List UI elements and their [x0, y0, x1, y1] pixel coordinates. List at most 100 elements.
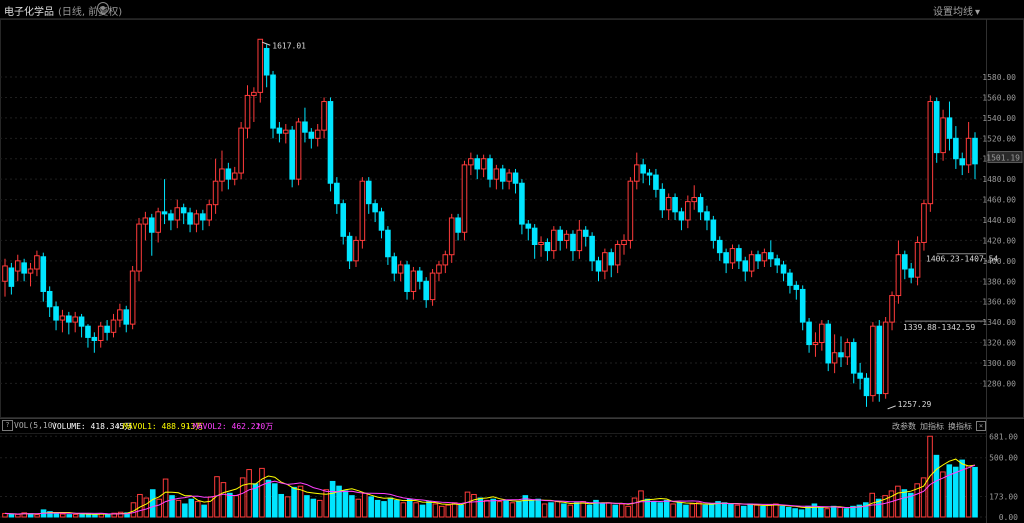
volume-bar [220, 482, 227, 518]
candle-body [187, 212, 193, 225]
volume-bar [573, 502, 580, 518]
switch-indicator-button[interactable]: 换指标 [948, 421, 972, 432]
candle-body [110, 319, 117, 333]
candle-body [665, 197, 672, 211]
volume-bar [503, 499, 509, 518]
volume-bar [785, 507, 792, 518]
volume-bar [265, 479, 272, 518]
candle-body [123, 309, 130, 325]
volume-bar [670, 503, 676, 518]
candle-body [914, 241, 921, 278]
candle-body [359, 180, 366, 241]
volume-bar [490, 498, 497, 518]
volume-bar [651, 501, 657, 518]
volume-bar [8, 513, 15, 518]
candle-body [857, 372, 863, 379]
price-tick-label: 1380.00 [982, 277, 1016, 286]
volume-bar [400, 502, 407, 518]
volume-bar [516, 501, 522, 518]
volume-bar [329, 480, 336, 518]
candle-body [723, 252, 729, 264]
candle-body [940, 117, 946, 154]
candle-body [104, 325, 110, 333]
volume-bar [2, 512, 8, 518]
volume-bar [509, 502, 516, 518]
candle-body [219, 168, 225, 182]
candle-body [295, 121, 302, 180]
volume-bar [933, 454, 940, 518]
kline-chart[interactable]: 1580.001560.001540.001520.001500.001480.… [0, 0, 1024, 523]
volume-bar [194, 501, 201, 518]
close-icon[interactable]: × [976, 421, 986, 431]
candle-body [142, 217, 149, 225]
candle-body [582, 229, 589, 237]
candle-body [806, 321, 812, 346]
volume-bar [104, 513, 111, 518]
volume-bar [349, 495, 355, 518]
candle-body [627, 180, 634, 241]
candle-body [340, 203, 347, 237]
volume-bar [901, 489, 908, 518]
volume-bar [156, 498, 162, 518]
candle-body [117, 309, 123, 321]
edit-params-button[interactable]: 改参数 [892, 421, 916, 432]
candle-body [927, 101, 934, 205]
volume-bar [246, 469, 252, 518]
candle-body [614, 244, 621, 266]
volume-bar [175, 499, 182, 518]
candle-body [640, 164, 646, 174]
high-label: 1617.01 [272, 41, 306, 50]
volume-bar [567, 504, 574, 518]
volume-bar [34, 514, 40, 518]
candle-body [168, 213, 174, 221]
candle-body [27, 268, 34, 274]
volume-bar [149, 489, 156, 518]
indicator-name: VOL(5,10) [14, 421, 58, 430]
volume-bar [15, 513, 21, 518]
candle-body [276, 127, 283, 134]
candle-body [691, 197, 698, 203]
gap-lower-label: 1339.88-1342.59 [903, 323, 975, 332]
volume-bar [464, 491, 471, 518]
candle-body [53, 306, 59, 321]
volume-bar [528, 499, 535, 518]
candle-body [136, 223, 142, 272]
help-icon[interactable]: ? [2, 420, 13, 431]
candle-body [353, 239, 359, 262]
candle-body [385, 229, 391, 258]
volume-bar [272, 483, 278, 518]
volume-tick-label: 681.00 [989, 432, 1018, 441]
volume-bar [824, 508, 831, 518]
candle-body [423, 280, 429, 301]
price-tick-label: 1360.00 [982, 298, 1016, 307]
price-tick-label: 1340.00 [982, 318, 1016, 327]
volume-bar [728, 503, 734, 518]
volume-bar [625, 505, 631, 518]
volume-bar [361, 492, 368, 518]
volume-bar [239, 477, 246, 518]
candle-body [410, 270, 417, 292]
low-marker-line [887, 405, 896, 410]
candle-body [200, 213, 206, 221]
candle-body [799, 288, 806, 323]
candle-body [206, 204, 213, 221]
volume-bar [259, 467, 265, 518]
low-label: 1257.29 [898, 400, 932, 409]
add-indicator-button[interactable]: 加指标 [920, 421, 944, 432]
volume-bar [355, 498, 362, 518]
candle-body [831, 352, 838, 364]
volume-bar [233, 495, 240, 518]
volume-bar [895, 485, 901, 518]
candle-body [876, 325, 883, 395]
price-tick-label: 1580.00 [982, 73, 1016, 82]
candle-body [499, 168, 506, 182]
candle-body [819, 323, 825, 344]
volume-bar [201, 504, 207, 518]
current-price-label: 1501.19 [986, 154, 1020, 163]
candle-body [787, 272, 793, 286]
volume-bar [541, 503, 548, 518]
candle-body [251, 91, 257, 96]
candle-body [417, 270, 423, 282]
mavol2-value: MAVOL2: 462.220万 [193, 422, 274, 431]
candle-body [302, 121, 308, 133]
